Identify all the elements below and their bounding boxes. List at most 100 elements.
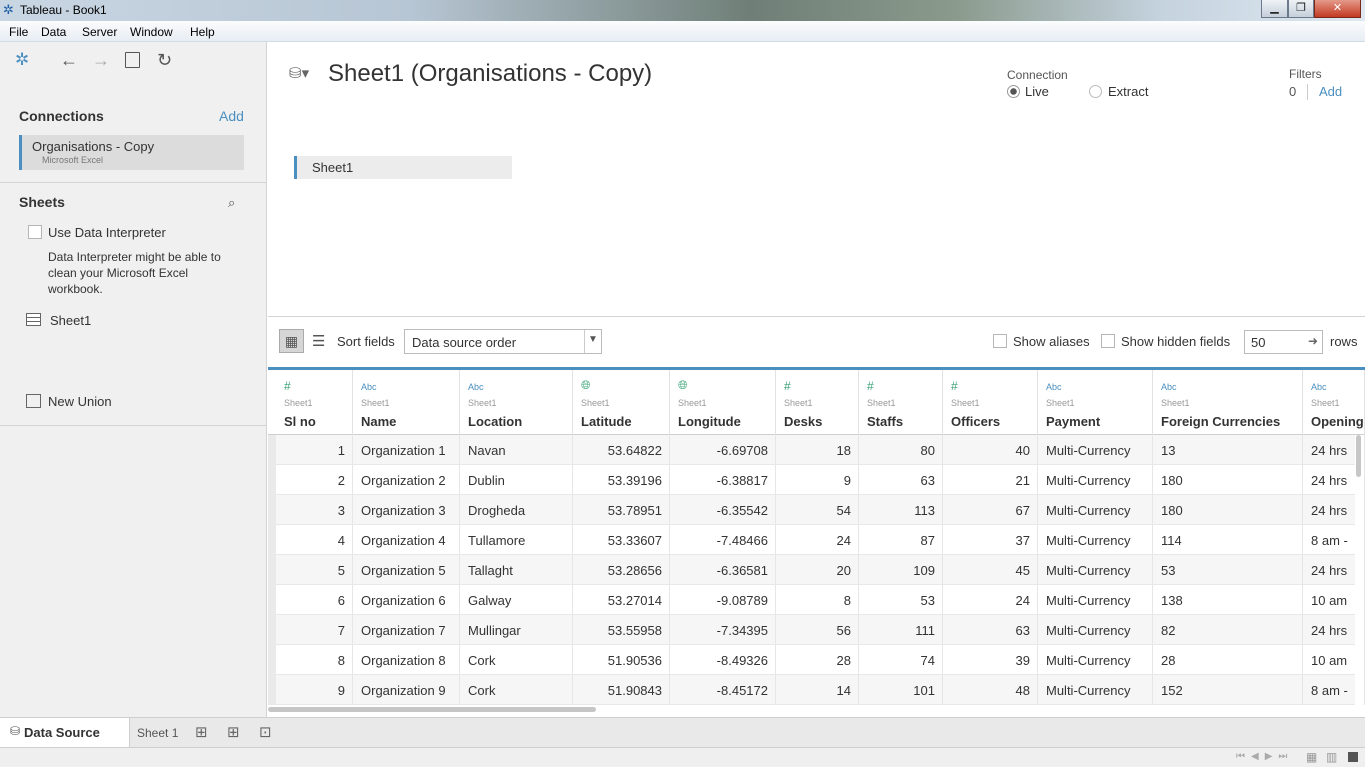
column-source: Sheet1 [468,398,497,408]
back-icon[interactable]: ← [60,50,78,70]
table-cell: Dublin [468,473,505,488]
add-filter-link[interactable]: Add [1319,84,1342,99]
column-header[interactable]: Abc Sheet1 Payment [1038,370,1153,438]
table-row[interactable]: 3 Organization 3 Drogheda 53.78951 -6.35542 5… [268,495,1365,525]
live-radio[interactable] [1007,85,1020,98]
table-cell: -8.45172 [716,683,768,698]
table-cell: 24 hrs [1311,563,1348,578]
menu-server[interactable]: Server [82,25,117,39]
column-header[interactable]: # Sheet1 Desks [776,370,859,438]
column-name[interactable]: Staffs [867,414,903,429]
grid-view-icon[interactable]: ▦ [279,329,304,353]
column-header[interactable]: Abc Sheet1 Opening H [1303,370,1365,438]
column-separator [1302,525,1303,555]
column-header[interactable]: # Sheet1 Staffs [859,370,943,438]
table-row[interactable]: 7 Organization 7 Mullingar 53.55958 -7.34395… [268,615,1365,645]
column-header[interactable]: Abc Sheet1 Foreign Currencies [1153,370,1303,438]
table-row[interactable]: 8 Organization 8 Cork 51.90536 -8.49326 28 74 3… [268,645,1365,675]
string-type-icon[interactable]: Abc [1161,382,1177,392]
table-row[interactable]: 5 Organization 5 Tallaght 53.28656 -6.36581 2… [268,555,1365,585]
column-name[interactable]: Officers [951,414,1000,429]
vertical-scrollbar[interactable] [1355,435,1363,705]
tabs-view-icon[interactable] [1348,752,1358,762]
column-separator [1302,615,1303,645]
menu-data[interactable]: Data [41,25,66,39]
column-name[interactable]: Desks [784,414,822,429]
restore-button[interactable]: ❐ [1288,0,1314,18]
list-view-icon[interactable]: ☰ [312,332,325,350]
add-connection-link[interactable]: Add [219,108,244,124]
new-dashboard-icon[interactable]: ⊞ [227,723,240,741]
number-type-icon[interactable]: # [784,379,791,393]
new-union-item[interactable]: New Union [48,394,112,409]
string-type-icon[interactable]: Abc [468,382,484,392]
globe-icon[interactable]: 🌐︎ [581,378,591,393]
refresh-icon[interactable]: ↻ [157,50,172,70]
tab-data-source[interactable]: ⛁ Data Source [0,718,130,747]
new-story-icon[interactable]: ⊡ [259,723,272,741]
table-row[interactable]: 2 Organization 2 Dublin 53.39196 -6.38817 9 63… [268,465,1365,495]
globe-icon[interactable]: 🌐︎ [678,378,688,393]
close-button[interactable]: ✕ [1314,0,1361,18]
column-name[interactable]: Location [468,414,522,429]
tableau-logo-icon[interactable]: ✲ [15,50,29,70]
table-cell: -8.49326 [716,653,768,668]
sheet-item-sheet1[interactable]: Sheet1 [50,313,91,328]
column-header[interactable]: # Sheet1 Officers [943,370,1038,438]
column-name[interactable]: Sl no [284,414,316,429]
menu-window[interactable]: Window [130,25,173,39]
column-header[interactable]: 🌐︎ Sheet1 Longitude [670,370,776,438]
column-name[interactable]: Latitude [581,414,632,429]
column-name[interactable]: Opening H [1311,414,1365,429]
string-type-icon[interactable]: Abc [361,382,377,392]
new-worksheet-icon[interactable]: ⊞ [195,723,208,741]
column-header[interactable]: Abc Sheet1 Name [353,370,460,438]
sheet-sorter-icon[interactable]: ▦ [1306,750,1317,764]
forward-icon[interactable]: → [92,50,110,70]
tab-sheet1[interactable]: Sheet 1 [131,718,187,747]
table-cell: 109 [913,563,935,578]
horizontal-scroll-thumb[interactable] [268,707,596,712]
column-header[interactable]: # Sheet1 Sl no [276,370,353,438]
table-row[interactable]: 9 Organization 9 Cork 51.90843 -8.45172 14 101… [268,675,1365,705]
page-navigation-icons[interactable]: ⏮◀▶⏭ [1236,751,1293,762]
row-gutter [268,615,276,645]
search-sheets-icon[interactable]: ⌕ [228,195,235,211]
show-aliases-checkbox[interactable] [993,334,1007,348]
datasource-icon[interactable]: ⛁▾ [289,64,309,82]
column-name[interactable]: Name [361,414,396,429]
column-separator [942,495,943,525]
horizontal-scrollbar[interactable] [268,705,1357,715]
page-title[interactable]: Sheet1 (Organisations - Copy) [328,60,652,88]
sort-fields-dropdown[interactable]: Data source order ▼ [404,329,602,354]
table-cell: 53 [1161,563,1176,578]
minimize-button[interactable]: ▁ [1261,0,1288,18]
show-hidden-fields-checkbox[interactable] [1101,334,1115,348]
menu-file[interactable]: File [9,25,28,39]
table-row[interactable]: 4 Organization 4 Tullamore 53.33607 -7.48466… [268,525,1365,555]
rows-input[interactable]: 50 ➜ [1244,330,1323,354]
column-name[interactable]: Longitude [678,414,741,429]
filmstrip-icon[interactable]: ▥ [1326,750,1337,764]
string-type-icon[interactable]: Abc [1046,382,1062,392]
column-name[interactable]: Payment [1046,414,1100,429]
number-type-icon[interactable]: # [284,379,291,393]
menu-help[interactable]: Help [190,25,215,39]
number-type-icon[interactable]: # [867,379,874,393]
number-type-icon[interactable]: # [951,379,958,393]
column-name[interactable]: Foreign Currencies [1161,414,1280,429]
apply-arrow-icon[interactable]: ➜ [1308,334,1318,348]
table-row[interactable]: 6 Organization 6 Galway 53.27014 -9.08789 8 53… [268,585,1365,615]
column-header[interactable]: Abc Sheet1 Location [460,370,573,438]
column-separator [669,675,670,705]
table-cell: 53.39196 [607,473,662,488]
table-row[interactable]: 1 Organization 1 Navan 53.64822 -6.69708 18 80… [268,435,1365,465]
canvas-sheet-pill[interactable]: Sheet1 [294,156,512,179]
string-type-icon[interactable]: Abc [1311,382,1327,392]
connection-item[interactable]: Organisations - Copy Microsoft Excel [19,135,244,170]
column-header[interactable]: 🌐︎ Sheet1 Latitude [573,370,670,438]
extract-radio[interactable] [1089,85,1102,98]
save-icon[interactable] [125,52,140,68]
use-data-interpreter-checkbox[interactable] [28,225,42,239]
vertical-scroll-thumb[interactable] [1356,435,1361,477]
